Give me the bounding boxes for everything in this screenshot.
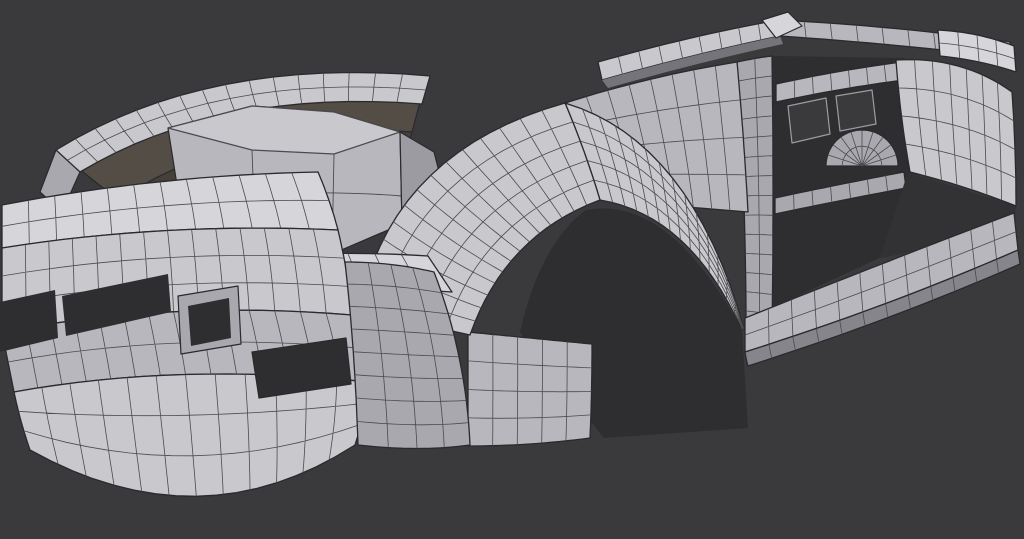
body-shape: [835, 89, 877, 132]
mesh-patch: [467, 331, 593, 447]
viewport-3d[interactable]: [0, 0, 1024, 539]
body-shape: [188, 298, 231, 346]
scene-svg: [0, 0, 1024, 539]
